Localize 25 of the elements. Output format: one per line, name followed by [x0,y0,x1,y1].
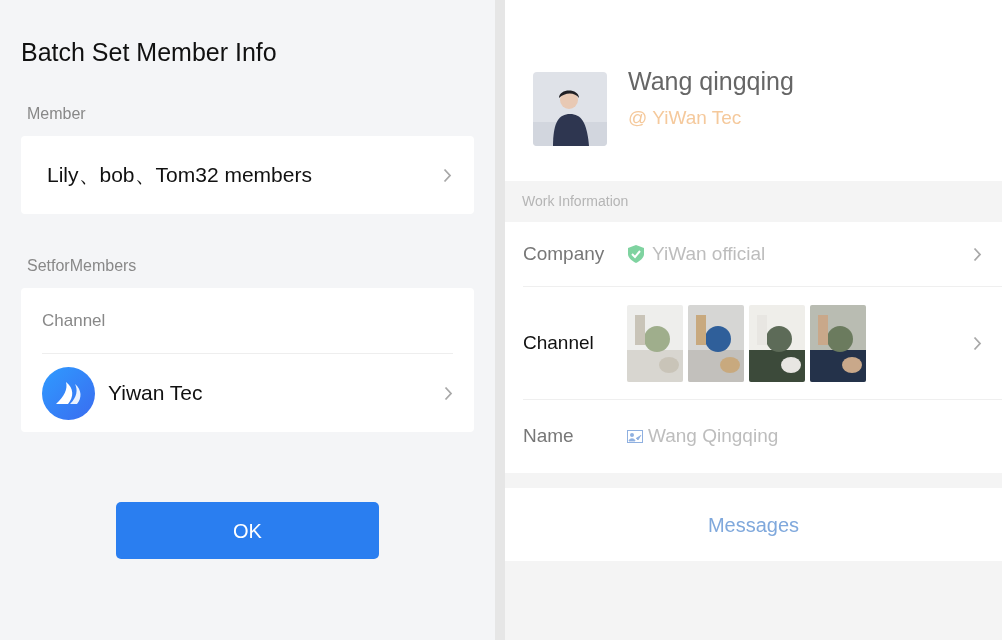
section-title: Work Information [522,192,629,211]
chevron-right-icon [444,385,453,401]
ok-button[interactable]: OK [116,502,379,559]
row-label: Name [523,424,575,449]
channel-row[interactable]: Channel [523,287,1002,400]
company-row[interactable]: Company YiWan official [523,222,1002,287]
chevron-right-icon [443,167,452,183]
id-card-icon [627,430,643,443]
channel-name: Yiwan Tec [108,380,204,407]
section-label: SetforMembers [27,256,138,276]
field-label: Channel [42,309,106,332]
row-value: Wang Qingqing [648,424,779,449]
channel-item[interactable]: Yiwan Tec [42,354,453,432]
profile-handle: @ YiWan Tec [628,106,743,130]
row-label: Company [523,241,606,266]
row-value: YiWan official [652,241,767,266]
section-label: Member [27,104,87,124]
sail-logo-icon [42,366,95,420]
member-list: Lily、bob、Tom32 members [47,159,312,191]
chevron-right-icon [973,335,982,351]
shield-check-icon [628,245,644,263]
panel-title: Batch Set Member Info [21,37,278,68]
member-picker[interactable]: Lily、bob、Tom32 members [21,136,474,214]
chevron-right-icon [973,246,982,262]
row-label: Channel [523,330,595,355]
